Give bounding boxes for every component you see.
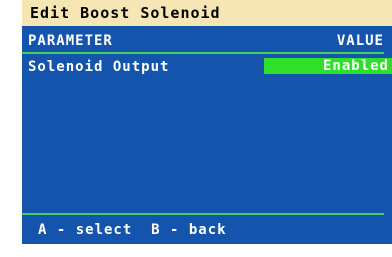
- screen-title: Edit Boost Solenoid: [22, 0, 392, 26]
- parameter-column-header: PARAMETER: [28, 33, 113, 49]
- parameter-name: Solenoid Output: [28, 59, 170, 75]
- button-hints: A - select B - back: [38, 222, 227, 238]
- header-divider: [22, 52, 384, 54]
- footer-divider: [22, 213, 384, 215]
- value-column-header: VALUE: [336, 33, 384, 49]
- table-header: PARAMETER VALUE: [28, 32, 384, 50]
- edit-screen: Edit Boost Solenoid PARAMETER VALUE Sole…: [0, 0, 392, 257]
- parameter-panel: PARAMETER VALUE Solenoid Output Enabled …: [22, 26, 392, 244]
- parameter-row-solenoid-output[interactable]: Solenoid Output Enabled: [28, 58, 392, 76]
- parameter-value-selected[interactable]: Enabled: [264, 58, 392, 74]
